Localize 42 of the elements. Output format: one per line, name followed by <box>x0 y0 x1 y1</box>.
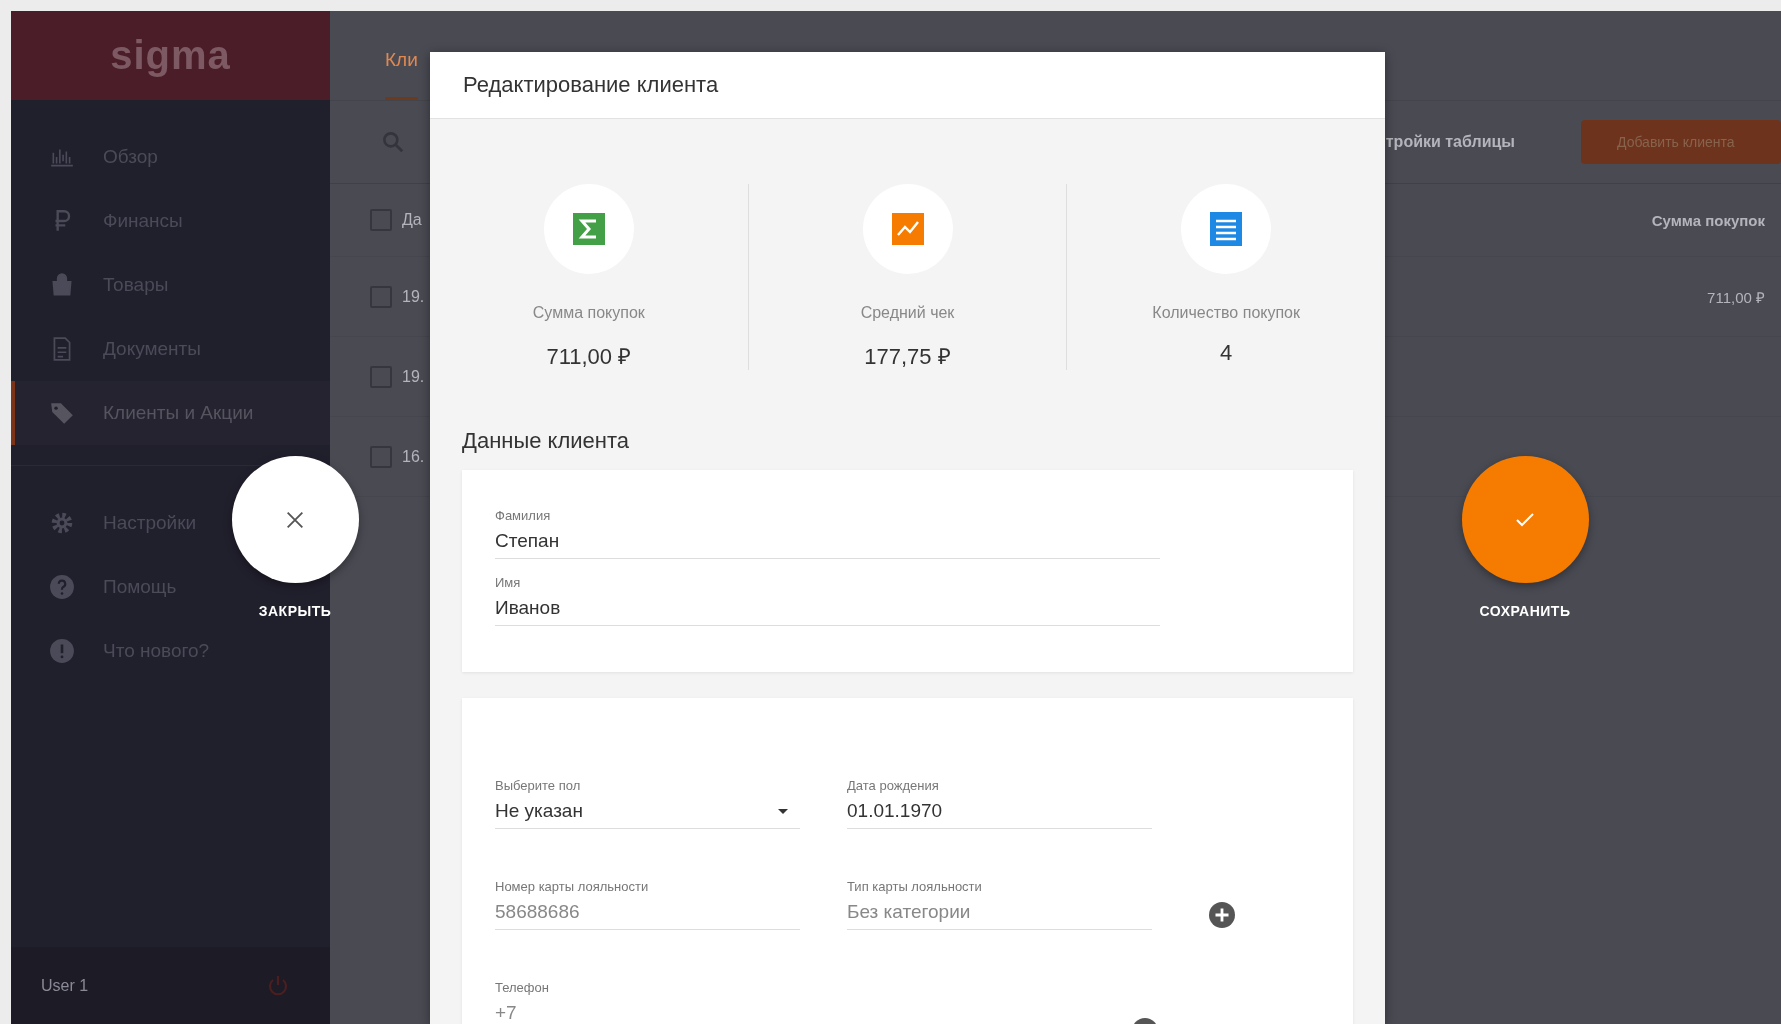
alert-icon <box>49 638 75 664</box>
table-cell: 19. <box>402 287 425 306</box>
stat-value: 711,00 ₽ <box>546 343 632 370</box>
table-cell-text: 711,00 ₽ <box>1707 287 1765 307</box>
list-icon <box>1210 212 1243 246</box>
logo: sigma <box>110 33 231 78</box>
field-label: Тип карты лояльности <box>847 879 983 894</box>
text-field[interactable]: Фамилия Степан <box>495 508 1160 559</box>
add-icon[interactable] <box>1209 902 1235 928</box>
input-field[interactable]: +7 <box>495 995 1160 1024</box>
tab[interactable]: Кли <box>385 49 418 100</box>
chart-icon <box>891 213 924 245</box>
stat-value: 4 <box>1220 340 1233 366</box>
text-field[interactable]: Имя Иванов <box>495 575 1160 626</box>
table-cell: 16. <box>402 447 425 466</box>
tag-icon <box>49 400 75 426</box>
section-title: Данные клиента <box>462 428 631 454</box>
sigma-icon <box>572 213 605 245</box>
field-label: Номер карты лояльности <box>495 879 650 894</box>
input-field[interactable]: Без категории <box>847 894 1152 930</box>
stat-label: Сумма покупок <box>532 304 645 322</box>
user-name: User 1 <box>41 976 90 995</box>
save-label: СОХРАНИТЬ <box>1479 603 1571 619</box>
search-icon[interactable] <box>380 129 406 155</box>
bag-icon <box>49 272 75 298</box>
gear-icon <box>49 510 75 536</box>
help-icon <box>49 574 75 600</box>
stat-value: 177,75 ₽ <box>864 343 951 370</box>
dialog-title: Редактирование клиента <box>463 72 719 98</box>
date-field[interactable]: Дата рождения 01.01.1970 <box>847 778 1152 829</box>
table-settings-link[interactable]: тройки таблицы <box>1385 133 1515 151</box>
column-header: Да <box>402 211 422 229</box>
power-icon[interactable] <box>266 973 290 998</box>
caret-icon <box>778 808 788 814</box>
stat-label: Средний чек <box>860 304 955 322</box>
close-label: ЗАКРЫТЬ <box>258 603 332 619</box>
field-label: Телефон <box>495 980 550 995</box>
stat-label: Количество покупок <box>1152 304 1300 322</box>
input-field[interactable]: 58688686 <box>495 894 800 930</box>
table-cell: 19. <box>402 367 425 386</box>
column-header: Сумма покупок <box>1651 211 1765 229</box>
gender-dropdown[interactable]: Выберите пол Не указан <box>495 778 800 829</box>
